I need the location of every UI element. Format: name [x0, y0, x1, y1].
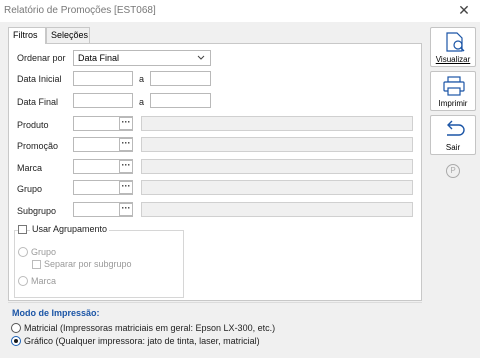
usar-agrupamento-label: Usar Agrupamento — [30, 224, 110, 234]
data-final-label: Data Final — [17, 97, 59, 107]
close-icon[interactable]: ✕ — [456, 2, 472, 18]
marca-lookup-button[interactable]: ··· — [119, 160, 133, 173]
marca-label: Marca — [17, 163, 43, 173]
matricial-radio[interactable] — [11, 323, 21, 333]
data-final-end-input[interactable] — [150, 93, 211, 108]
tab-selecoes[interactable]: Seleções — [46, 27, 90, 43]
chevron-down-icon — [197, 55, 205, 60]
print-mode-section: Modo de Impressão: Matricial (Impressora… — [8, 302, 422, 352]
separar-subgrupo-checkbox[interactable] — [32, 260, 41, 269]
ordenar-por-label: Ordenar por — [17, 53, 66, 63]
title-bar: Relatório de Promoções [EST068] ✕ — [0, 0, 480, 22]
ordenar-por-value: Data Final — [78, 53, 120, 63]
data-inicial-start-input[interactable] — [73, 71, 133, 86]
marca-description-field — [141, 159, 413, 174]
grupo-radio-label: Grupo — [31, 247, 57, 257]
grupo-description-field — [141, 180, 413, 195]
marca-radio[interactable] — [18, 276, 28, 286]
usar-agrupamento-checkbox[interactable] — [18, 225, 27, 234]
promocao-lookup-button[interactable]: ··· — [119, 138, 133, 151]
visualizar-button[interactable]: Visualizar — [430, 27, 476, 67]
imprimir-label: Imprimir — [438, 99, 468, 108]
produto-description-field — [141, 116, 413, 131]
sair-button[interactable]: Sair — [430, 115, 476, 155]
data-final-separator: a — [139, 97, 145, 107]
grupo-lookup-button[interactable]: ··· — [119, 181, 133, 194]
matricial-label: Matricial (Impressoras matriciais em ger… — [24, 323, 276, 333]
ordenar-por-select[interactable]: Data Final — [73, 50, 211, 66]
data-inicial-end-input[interactable] — [150, 71, 211, 86]
imprimir-button[interactable]: Imprimir — [430, 71, 476, 111]
subgrupo-lookup-button[interactable]: ··· — [119, 203, 133, 216]
data-inicial-label: Data Inicial — [17, 74, 62, 84]
separar-subgrupo-label: Separar por subgrupo — [44, 259, 132, 269]
grupo-label: Grupo — [17, 184, 43, 194]
grafico-label: Gráfico (Qualquer impressora: jato de ti… — [24, 336, 260, 346]
promocao-label: Promoção — [17, 141, 59, 151]
marca-radio-label: Marca — [31, 276, 57, 286]
preview-document-icon — [446, 32, 465, 52]
subgrupo-description-field — [141, 202, 413, 217]
sair-label: Sair — [445, 143, 461, 152]
data-inicial-separator: a — [139, 74, 145, 84]
promocao-description-field — [141, 137, 413, 152]
visualizar-label: Visualizar — [435, 55, 471, 64]
help-icon[interactable]: P — [446, 164, 460, 178]
window-title: Relatório de Promoções [EST068] — [4, 5, 156, 16]
grupo-radio[interactable] — [18, 247, 28, 257]
tab-filtros[interactable]: Filtros — [8, 27, 46, 44]
print-mode-title: Modo de Impressão: — [12, 308, 100, 318]
back-arrow-icon — [447, 120, 465, 136]
data-final-start-input[interactable] — [73, 93, 133, 108]
produto-label: Produto — [17, 120, 49, 130]
produto-lookup-button[interactable]: ··· — [119, 117, 133, 130]
subgrupo-label: Subgrupo — [17, 206, 57, 216]
printer-icon — [443, 76, 465, 96]
grafico-radio[interactable] — [11, 336, 21, 346]
